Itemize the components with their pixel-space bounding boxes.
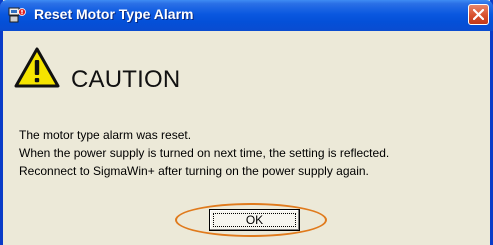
close-icon [473,9,484,20]
message-line: The motor type alarm was reset. [19,128,192,142]
dialog-window: Reset Motor Type Alarm CAUTION The motor… [0,0,493,245]
caution-heading: CAUTION [71,66,181,93]
window-title: Reset Motor Type Alarm [34,6,194,22]
close-button[interactable] [468,4,489,25]
title-bar[interactable]: Reset Motor Type Alarm [0,0,493,31]
warning-icon [14,47,60,88]
ok-button[interactable]: OK [209,209,300,231]
motor-settings-icon[interactable] [8,7,26,23]
ok-button-label: OK [213,213,296,227]
message-line: Reconnect to SigmaWin+ after turning on … [19,164,369,178]
message-line: When the power supply is turned on next … [19,146,390,160]
